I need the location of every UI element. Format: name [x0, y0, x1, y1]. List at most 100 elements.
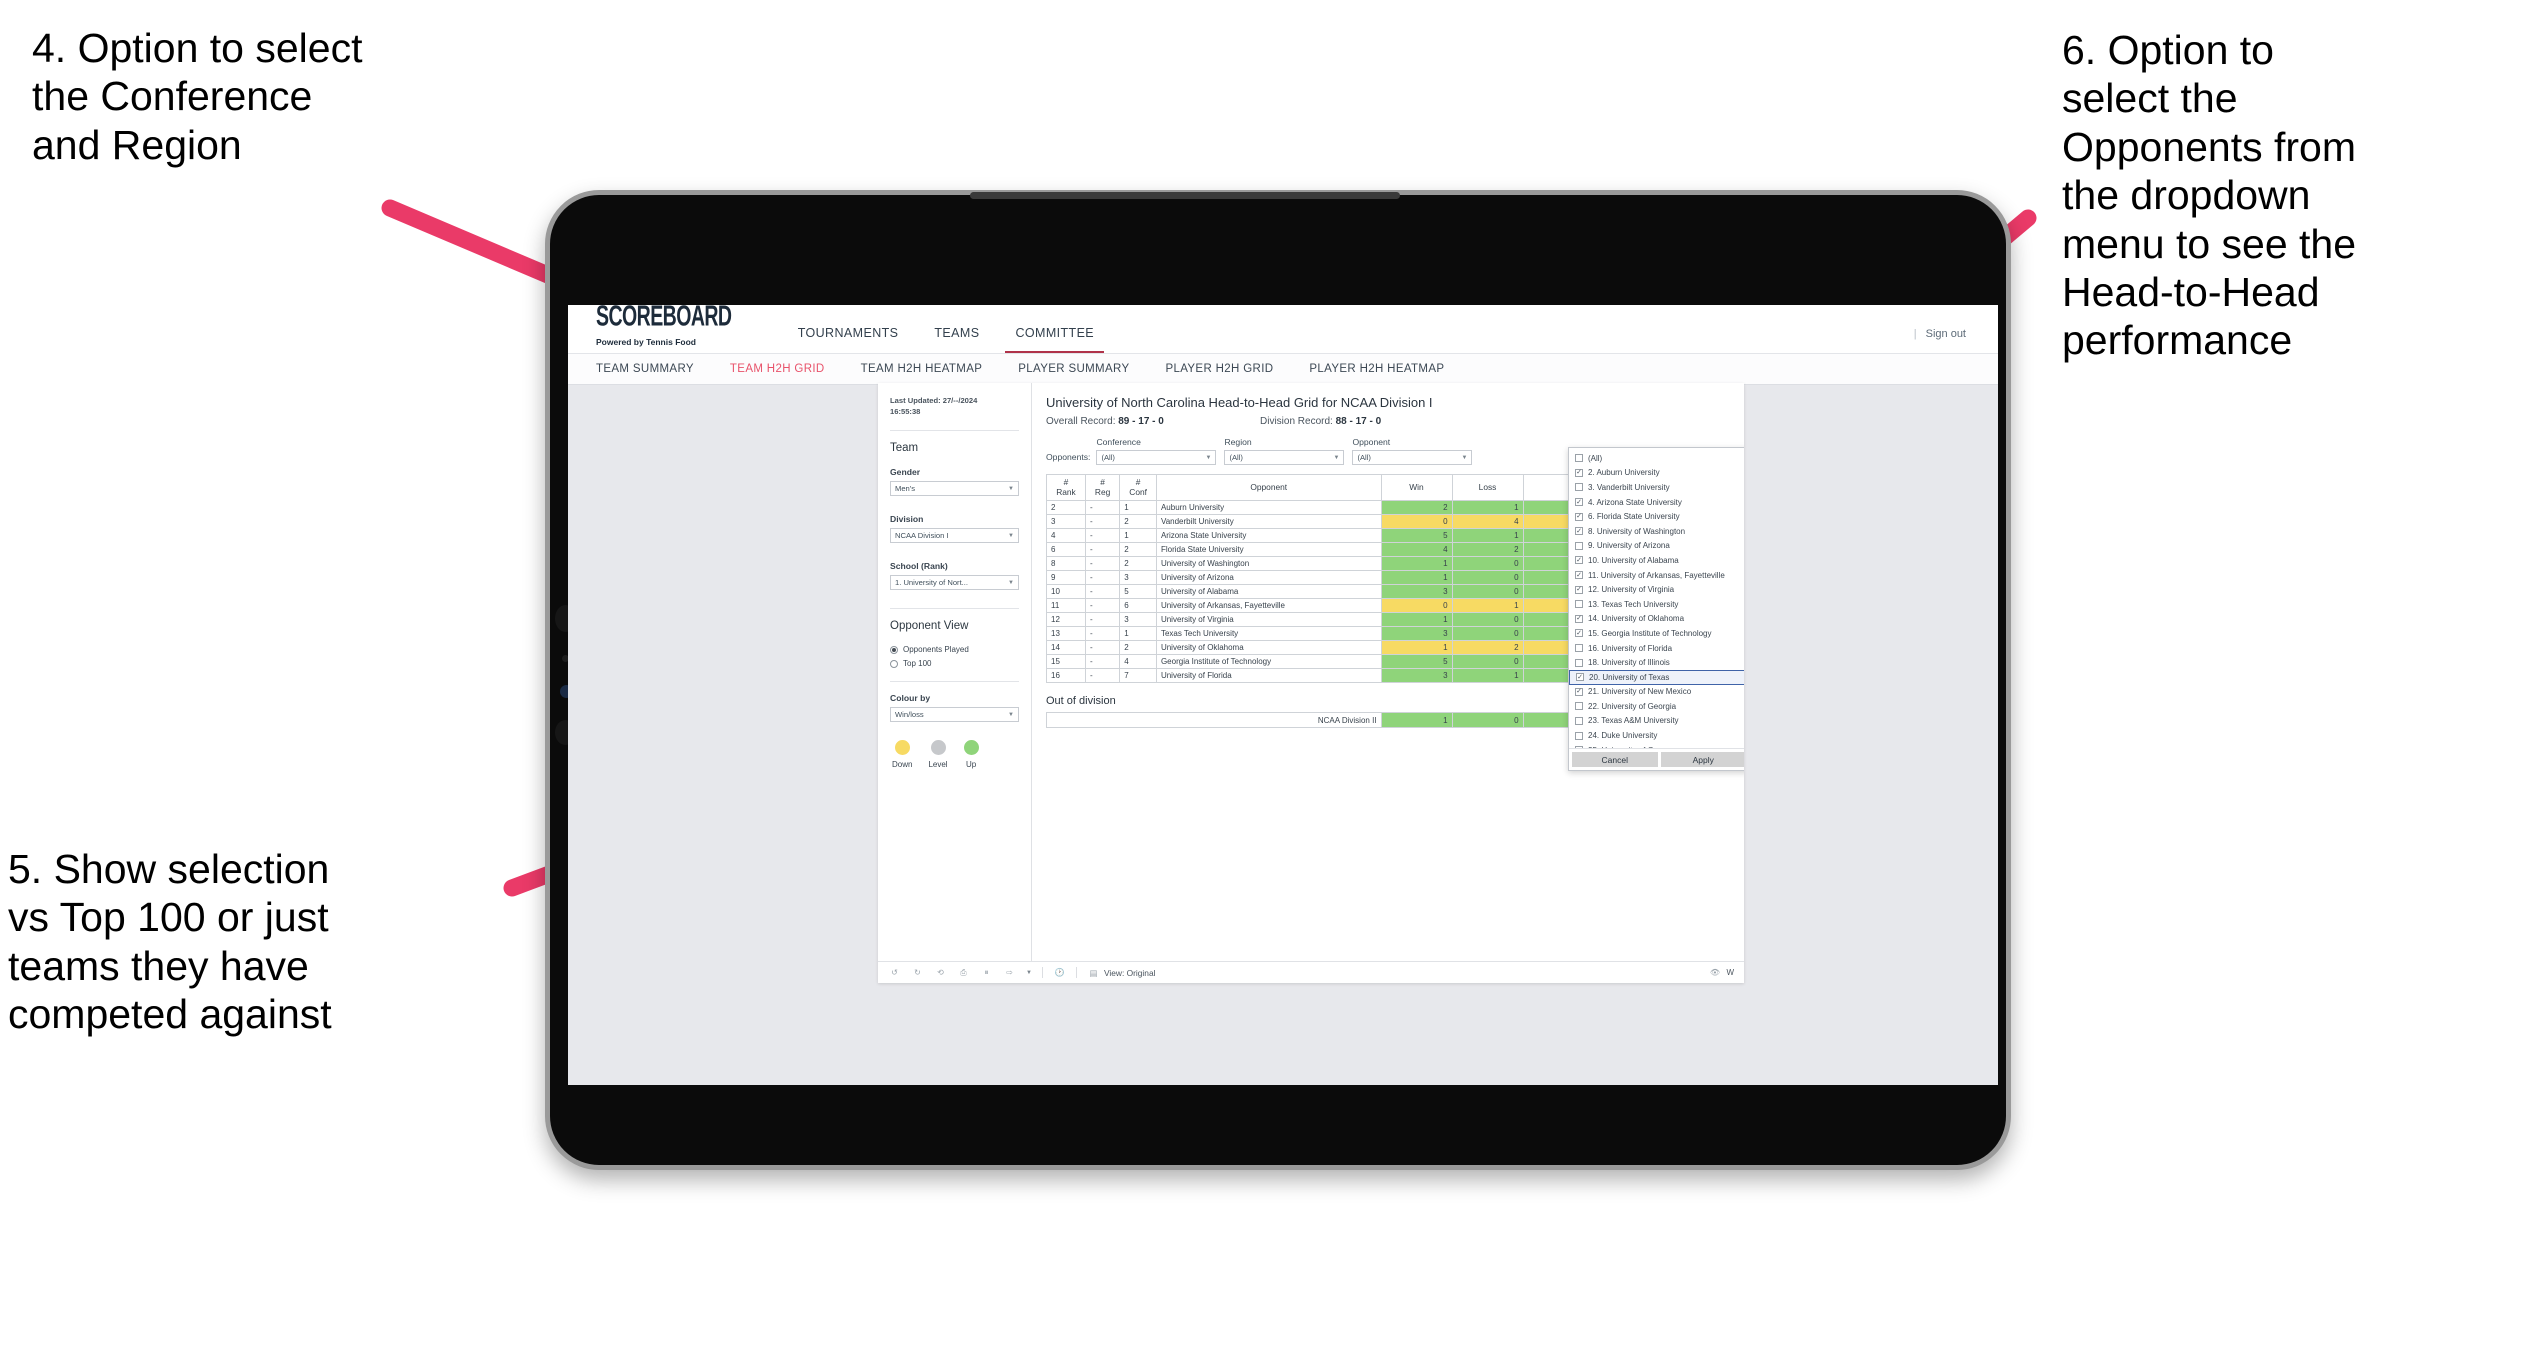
revert-icon[interactable]: ⟲ [934, 966, 947, 979]
brand-logo[interactable]: SCOREBOARD Powered by Tennis Food [596, 305, 742, 354]
school-select[interactable]: 1. University of Nort... ▼ [890, 575, 1019, 590]
subnav-item-player-h2h-heatmap[interactable]: PLAYER H2H HEATMAP [1309, 363, 1444, 375]
nav-item-tournaments[interactable]: TOURNAMENTS [780, 326, 917, 353]
chevron-down-icon[interactable]: ▼ [1026, 970, 1032, 976]
pause-updates-icon[interactable]: ⏸ [980, 966, 993, 979]
cell-loss: 1 [1451, 528, 1524, 544]
checkbox-checked-icon[interactable]: ✓ [1575, 629, 1583, 638]
share-icon[interactable]: ⇨ [1003, 966, 1016, 979]
cell-spacer [1522, 668, 1575, 684]
dropdown-item[interactable]: 16. University of Florida [1569, 641, 1744, 656]
dropdown-item[interactable]: ✓ 10. University of Alabama [1569, 553, 1744, 568]
radio-top-100[interactable]: Top 100 [890, 659, 1019, 668]
watch-area[interactable]: 👁 W [1708, 966, 1734, 979]
radio-opponents-played-label: Opponents Played [903, 645, 969, 654]
dropdown-item[interactable]: ✓ 11. University of Arkansas, Fayettevill… [1569, 568, 1744, 583]
dropdown-item[interactable]: 3. Vanderbilt University [1569, 480, 1744, 495]
checkbox-unchecked-icon[interactable] [1575, 716, 1583, 725]
gender-value: Men's [895, 484, 916, 493]
checkbox-unchecked-icon[interactable] [1575, 644, 1583, 653]
checkbox-unchecked-icon[interactable] [1575, 658, 1583, 667]
sign-out-area: | Sign out [1914, 328, 1966, 340]
table-row[interactable]: 4-1 Arizona State University 5 1 [1046, 528, 1575, 544]
checkbox-unchecked-icon[interactable] [1575, 454, 1583, 463]
checkbox-unchecked-icon[interactable] [1575, 731, 1583, 740]
table-row[interactable]: 8-2 University of Washington 1 0 [1046, 556, 1575, 572]
dropdown-item[interactable]: (All) [1569, 451, 1744, 466]
table-row[interactable]: 13-1 Texas Tech University 3 0 [1046, 626, 1575, 642]
checkbox-checked-icon[interactable]: ✓ [1575, 556, 1583, 565]
dropdown-item[interactable]: ✓ 21. University of New Mexico [1569, 685, 1744, 700]
opponent-dropdown-list[interactable]: (All) ✓ 2. Auburn University 3. Vanderbilt … [1569, 448, 1744, 748]
gender-select[interactable]: Men's ▼ [890, 481, 1019, 496]
cell-conf: 2 [1119, 514, 1157, 530]
cell-reg: - [1084, 626, 1121, 642]
dropdown-item[interactable]: ✓ 6. Florida State University [1569, 509, 1744, 524]
cell-rank: 2 [1046, 500, 1086, 516]
table-row[interactable]: 14-2 University of Oklahoma 1 2 [1046, 640, 1575, 656]
checkbox-checked-icon[interactable]: ✓ [1575, 614, 1583, 623]
nav-item-teams[interactable]: TEAMS [916, 326, 997, 353]
dropdown-item[interactable]: ✓ 20. University of Texas [1569, 669, 1744, 685]
dropdown-item[interactable]: ✓ 2. Auburn University [1569, 466, 1744, 481]
table-row[interactable]: 12-3 University of Virginia 1 0 [1046, 612, 1575, 628]
apply-button[interactable]: Apply [1660, 752, 1744, 767]
refresh-data-icon[interactable]: ⎙ [957, 966, 970, 979]
table-row[interactable]: 3-2 Vanderbilt University 0 4 [1046, 514, 1575, 530]
history-icon[interactable]: 🕑 [1053, 966, 1066, 979]
table-row[interactable]: 10-5 University of Alabama 3 0 [1046, 584, 1575, 600]
table-row[interactable]: 2-1 Auburn University 2 1 [1046, 500, 1575, 516]
dropdown-item[interactable]: ✓ 4. Arizona State University [1569, 495, 1744, 510]
subnav-item-team-h2h-heatmap[interactable]: TEAM H2H HEATMAP [861, 363, 983, 375]
redo-icon[interactable]: ↻ [911, 966, 924, 979]
cancel-button[interactable]: Cancel [1572, 752, 1658, 767]
division-select[interactable]: NCAA Division I ▼ [890, 528, 1019, 543]
conference-filter-select[interactable]: (All) ▼ [1096, 450, 1217, 465]
cell-spacer [1522, 500, 1575, 516]
opponent-filter-select[interactable]: (All) ▼ [1352, 450, 1473, 465]
subnav-item-player-h2h-grid[interactable]: PLAYER H2H GRID [1165, 363, 1273, 375]
checkbox-unchecked-icon[interactable] [1575, 702, 1583, 711]
checkbox-checked-icon[interactable]: ✓ [1575, 527, 1583, 536]
cell-win: 2 [1380, 500, 1453, 516]
col-opponent: Opponent [1155, 473, 1382, 502]
checkbox-checked-icon[interactable]: ✓ [1575, 512, 1583, 521]
sign-out-link[interactable]: Sign out [1926, 328, 1966, 340]
dropdown-item[interactable]: 9. University of Arizona [1569, 539, 1744, 554]
checkbox-checked-icon[interactable]: ✓ [1575, 571, 1583, 580]
table-row[interactable]: 6-2 Florida State University 4 2 [1046, 542, 1575, 558]
table-row[interactable]: 11-6 University of Arkansas, Fayetteville… [1046, 598, 1575, 614]
dropdown-item[interactable]: ✓ 12. University of Virginia [1569, 582, 1744, 597]
dropdown-item[interactable]: ✓ 15. Georgia Institute of Technology [1569, 626, 1744, 641]
dropdown-item[interactable]: 24. Duke University [1569, 728, 1744, 743]
dropdown-item[interactable]: 18. University of Illinois [1569, 655, 1744, 670]
dropdown-item[interactable]: ✓ 8. University of Washington [1569, 524, 1744, 539]
dropdown-item[interactable]: ✓ 14. University of Oklahoma [1569, 612, 1744, 627]
checkbox-checked-icon[interactable]: ✓ [1575, 687, 1583, 696]
dropdown-item[interactable]: 22. University of Georgia [1569, 699, 1744, 714]
subnav-item-team-summary[interactable]: TEAM SUMMARY [596, 363, 694, 375]
dropdown-item[interactable]: 13. Texas Tech University [1569, 597, 1744, 612]
table-row[interactable]: 16-7 University of Florida 3 1 [1046, 668, 1575, 684]
region-filter-select[interactable]: (All) ▼ [1224, 450, 1345, 465]
radio-opponents-played[interactable]: Opponents Played [890, 645, 1019, 654]
nav-item-committee[interactable]: COMMITTEE [997, 326, 1112, 353]
table-row[interactable]: 15-4 Georgia Institute of Technology 5 0 [1046, 654, 1575, 670]
colour-by-select[interactable]: Win/loss ▼ [890, 707, 1019, 722]
subnav-item-team-h2h-grid[interactable]: TEAM H2H GRID [730, 363, 825, 375]
checkbox-checked-icon[interactable]: ✓ [1575, 498, 1583, 507]
dropdown-item[interactable]: 23. Texas A&M University [1569, 714, 1744, 729]
checkbox-checked-icon[interactable]: ✓ [1575, 468, 1583, 477]
checkbox-unchecked-icon[interactable] [1575, 600, 1583, 609]
undo-icon[interactable]: ↺ [888, 966, 901, 979]
legend-item-down: Down [892, 740, 912, 769]
table-row[interactable]: 9-3 University of Arizona 1 0 [1046, 570, 1575, 586]
checkbox-checked-icon[interactable]: ✓ [1575, 585, 1583, 594]
subnav-item-player-summary[interactable]: PLAYER SUMMARY [1018, 363, 1129, 375]
checkbox-unchecked-icon[interactable] [1575, 483, 1583, 492]
checkbox-unchecked-icon[interactable] [1575, 541, 1583, 550]
opponent-dropdown-panel[interactable]: (All) ✓ 2. Auburn University 3. Vanderbilt … [1568, 447, 1744, 771]
checkbox-checked-icon[interactable]: ✓ [1576, 673, 1584, 682]
view-original-button[interactable]: ▤ View: Original [1087, 966, 1155, 979]
conference-filter-label: Conference [1096, 437, 1141, 447]
